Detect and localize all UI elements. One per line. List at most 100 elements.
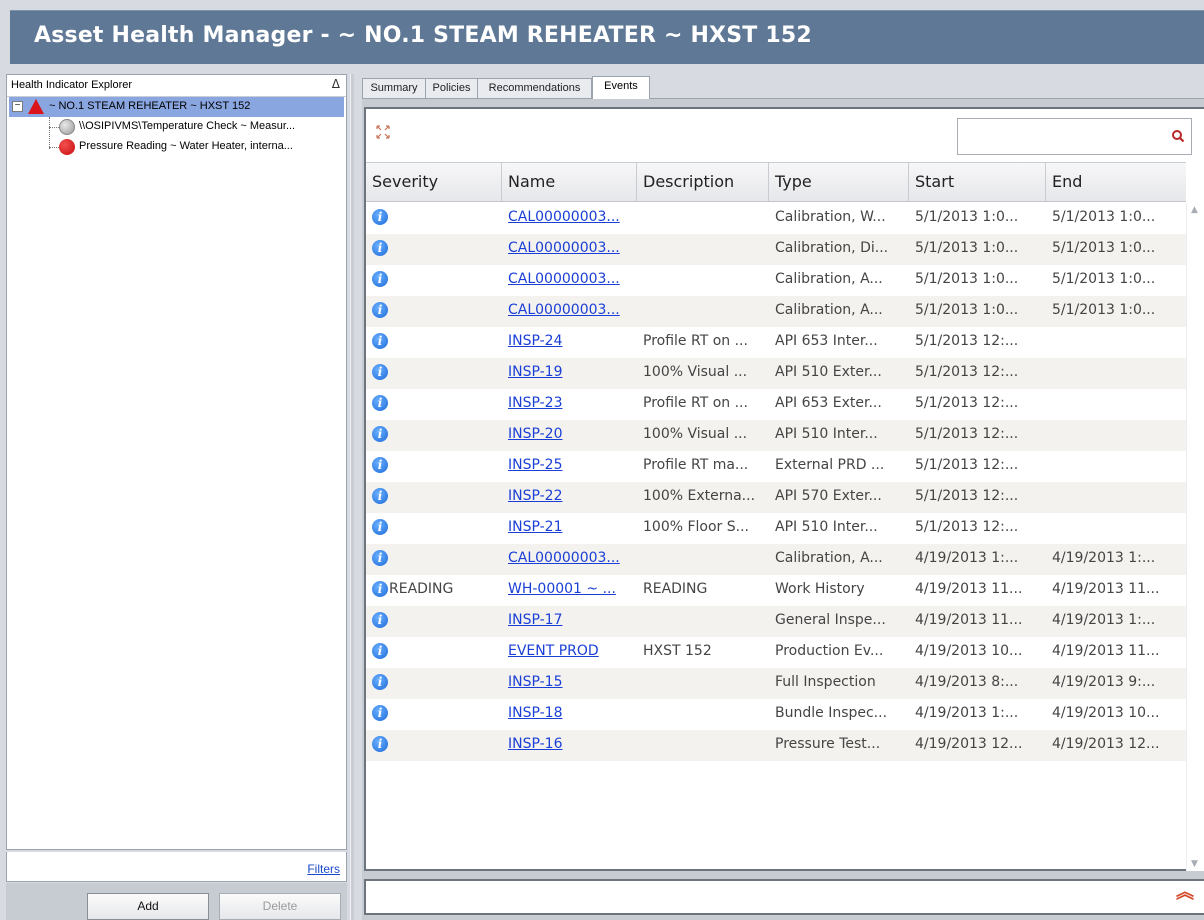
table-row[interactable]: i CAL00000003... Calibration, A... 4/19/201… xyxy=(366,544,1186,575)
table-row[interactable]: i CAL00000003... Calibration, A... 5/1/2013… xyxy=(366,265,1186,296)
event-name-link[interactable]: INSP-18 xyxy=(508,705,634,721)
cell-description: 100% Visual ... xyxy=(643,426,748,442)
table-row[interactable]: i INSP-16 Pressure Test... 4/19/2013 12... 4… xyxy=(366,730,1186,761)
table-row[interactable]: i INSP-19 100% Visual ... API 510 Exter... 5… xyxy=(366,358,1186,389)
cell-type: API 510 Inter... xyxy=(775,519,878,535)
collapse-icon[interactable]: − xyxy=(12,101,23,112)
column-header-start[interactable]: Start xyxy=(909,163,1046,201)
event-name-link[interactable]: INSP-15 xyxy=(508,674,634,690)
info-icon: i xyxy=(372,550,388,566)
table-row[interactable]: i INSP-23 Profile RT on ... API 653 Exter..… xyxy=(366,389,1186,420)
table-row[interactable]: i INSP-24 Profile RT on ... API 653 Inter..… xyxy=(366,327,1186,358)
cell-start: 5/1/2013 12:... xyxy=(915,519,1019,535)
table-row[interactable]: i CAL00000003... Calibration, A... 5/1/2013… xyxy=(366,296,1186,327)
cell-severity: READING xyxy=(389,581,454,597)
add-button[interactable]: Add xyxy=(87,893,209,920)
table-row[interactable]: i EVENT PROD HXST 152 Production Ev... 4/19/… xyxy=(366,637,1186,668)
expand-collapse-icon[interactable] xyxy=(376,125,390,139)
column-header-end[interactable]: End xyxy=(1046,163,1186,201)
table-row[interactable]: i INSP-17 General Inspe... 4/19/2013 11... 4… xyxy=(366,606,1186,637)
cell-type: API 570 Exter... xyxy=(775,488,882,504)
cell-description: Profile RT ma... xyxy=(643,457,749,473)
cell-start: 4/19/2013 1:... xyxy=(915,705,1019,721)
search-icon[interactable] xyxy=(1171,129,1185,143)
column-header-name[interactable]: Name xyxy=(502,163,637,201)
event-name-link[interactable]: INSP-22 xyxy=(508,488,634,504)
cell-start: 5/1/2013 1:0... xyxy=(915,302,1019,318)
table-row[interactable]: i INSP-21 100% Floor S... API 510 Inter... 5… xyxy=(366,513,1186,544)
cell-end: 5/1/2013 1:0... xyxy=(1052,302,1156,318)
table-row[interactable]: i CAL00000003... Calibration, Di... 5/1/201… xyxy=(366,234,1186,265)
cell-end: 4/19/2013 1:... xyxy=(1052,612,1156,628)
event-name-link[interactable]: WH-00001 ~ ... xyxy=(508,581,634,597)
event-name-link[interactable]: EVENT PROD xyxy=(508,643,634,659)
event-name-link[interactable]: CAL00000003... xyxy=(508,550,634,566)
info-icon: i xyxy=(372,395,388,411)
info-icon: i xyxy=(372,364,388,380)
event-name-link[interactable]: CAL00000003... xyxy=(508,302,634,318)
grid-footer: ︽ xyxy=(364,879,1204,915)
tab-policies[interactable]: Policies xyxy=(425,78,478,98)
tree-node-root[interactable]: − ~ NO.1 STEAM REHEATER ~ HXST 152 xyxy=(9,97,344,117)
pane-splitter[interactable] xyxy=(350,74,354,920)
table-row[interactable]: i INSP-20 100% Visual ... API 510 Inter... 5… xyxy=(366,420,1186,451)
tab-recommendations[interactable]: Recommendations xyxy=(477,78,592,98)
filters-link[interactable]: Filters xyxy=(307,862,340,876)
event-name-link[interactable]: INSP-17 xyxy=(508,612,634,628)
cell-end: 4/19/2013 1:... xyxy=(1052,550,1156,566)
status-gray-icon xyxy=(59,119,75,135)
info-icon: i xyxy=(372,705,388,721)
search-input[interactable] xyxy=(957,118,1192,155)
table-row[interactable]: i READING WH-00001 ~ ... READING Work Histor… xyxy=(366,575,1186,606)
cell-start: 5/1/2013 12:... xyxy=(915,457,1019,473)
column-header-severity[interactable]: Severity xyxy=(366,163,502,201)
table-row[interactable]: i INSP-15 Full Inspection 4/19/2013 8:... 4/… xyxy=(366,668,1186,699)
tree-node-label: \\OSIPIVMS\Temperature Check ~ Measur... xyxy=(79,120,296,132)
cell-type: Pressure Test... xyxy=(775,736,881,752)
cell-type: API 653 Exter... xyxy=(775,395,882,411)
cell-start: 5/1/2013 12:... xyxy=(915,364,1019,380)
event-name-link[interactable]: INSP-21 xyxy=(508,519,634,535)
tab-summary[interactable]: Summary xyxy=(362,78,426,98)
cell-type: Work History xyxy=(775,581,865,597)
event-name-link[interactable]: CAL00000003... xyxy=(508,271,634,287)
sort-toggle-icon[interactable]: Δ xyxy=(332,77,340,91)
tree-node-child[interactable]: \\OSIPIVMS\Temperature Check ~ Measur... xyxy=(7,117,346,137)
event-name-link[interactable]: INSP-23 xyxy=(508,395,634,411)
scroll-up-icon[interactable]: ▲ xyxy=(1191,205,1198,215)
cell-type: General Inspe... xyxy=(775,612,886,628)
cell-start: 5/1/2013 12:... xyxy=(915,395,1019,411)
tree-connector xyxy=(49,127,59,128)
tree-connector xyxy=(49,147,59,148)
explorer-header[interactable]: Health Indicator Explorer Δ xyxy=(7,75,346,97)
event-name-link[interactable]: CAL00000003... xyxy=(508,240,634,256)
vertical-scrollbar[interactable]: ▲ ▼ xyxy=(1186,203,1204,871)
table-row[interactable]: i INSP-25 Profile RT ma... External PRD ...… xyxy=(366,451,1186,482)
grid-toolbar xyxy=(366,109,1204,161)
tab-events[interactable]: Events xyxy=(592,76,650,99)
event-name-link[interactable]: CAL00000003... xyxy=(508,209,634,225)
alert-triangle-icon xyxy=(28,99,44,114)
event-name-link[interactable]: INSP-25 xyxy=(508,457,634,473)
column-header-type[interactable]: Type xyxy=(769,163,909,201)
cell-start: 5/1/2013 1:0... xyxy=(915,271,1019,287)
table-row[interactable]: i INSP-22 100% Externa... API 570 Exter... 5… xyxy=(366,482,1186,513)
events-panel: Severity Name Description Type Start End… xyxy=(362,98,1204,920)
event-name-link[interactable]: INSP-20 xyxy=(508,426,634,442)
event-name-link[interactable]: INSP-16 xyxy=(508,736,634,752)
cell-start: 5/1/2013 12:... xyxy=(915,426,1019,442)
expand-up-chevron-icon[interactable]: ︽ xyxy=(1176,884,1194,902)
scroll-down-icon[interactable]: ▼ xyxy=(1191,859,1198,869)
tree-node-child[interactable]: Pressure Reading ~ Water Heater, interna… xyxy=(7,137,346,157)
table-row[interactable]: i INSP-18 Bundle Inspec... 4/19/2013 1:... 4… xyxy=(366,699,1186,730)
info-icon: i xyxy=(372,581,388,597)
cell-end: 4/19/2013 12... xyxy=(1052,736,1160,752)
info-icon: i xyxy=(372,333,388,349)
delete-button[interactable]: Delete xyxy=(219,893,341,920)
table-row[interactable]: i CAL00000003... Calibration, W... 5/1/2013… xyxy=(366,203,1186,234)
info-icon: i xyxy=(372,488,388,504)
event-name-link[interactable]: INSP-19 xyxy=(508,364,634,380)
column-header-description[interactable]: Description xyxy=(637,163,769,201)
event-name-link[interactable]: INSP-24 xyxy=(508,333,634,349)
cell-description: 100% Floor S... xyxy=(643,519,749,535)
